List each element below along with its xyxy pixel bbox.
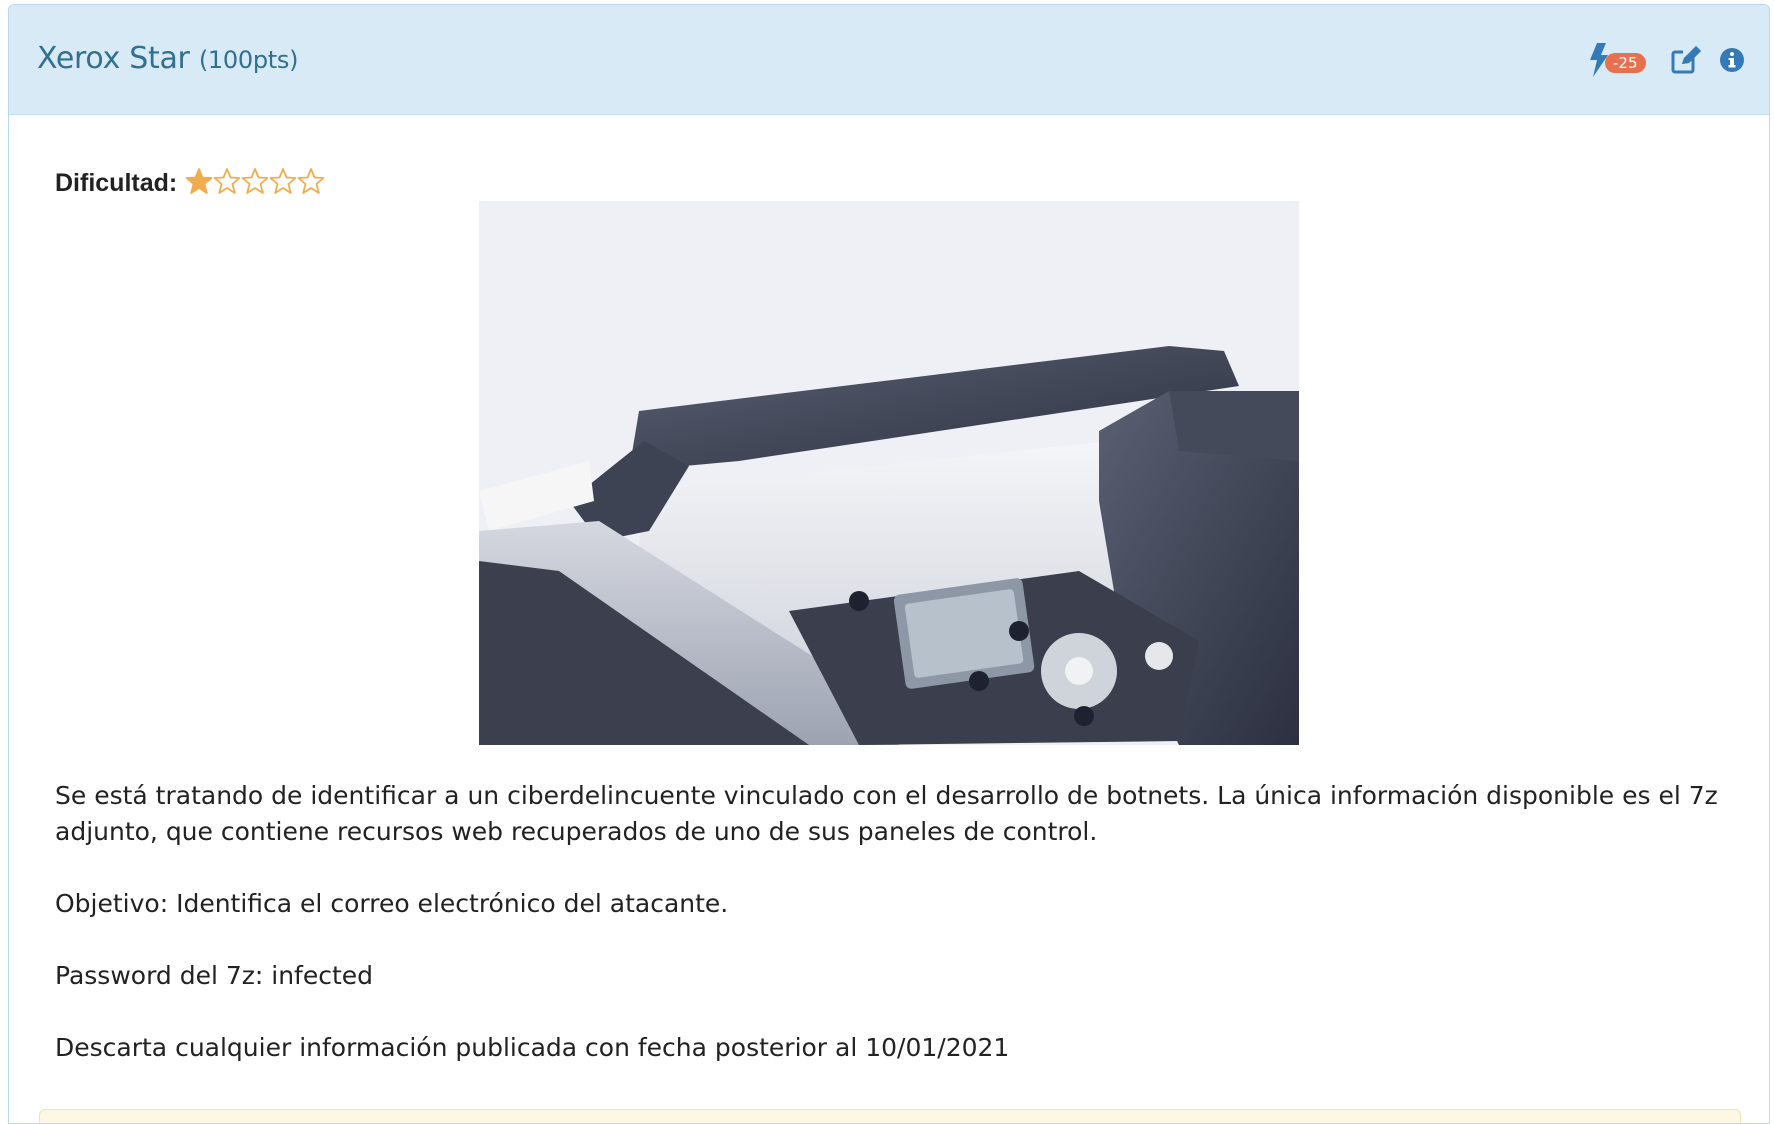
info-button[interactable]	[1719, 47, 1745, 73]
date-constraint-paragraph: Descarta cualquier información publicada…	[55, 1033, 1010, 1062]
challenge-points: (100pts)	[198, 46, 299, 74]
info-icon	[1720, 48, 1744, 72]
challenge-name: Xerox Star	[37, 41, 190, 76]
password-paragraph: Password del 7z: infected	[55, 961, 374, 990]
edit-button[interactable]	[1671, 46, 1701, 74]
penalty-indicator[interactable]: -25	[1589, 43, 1653, 77]
printer-photo	[479, 201, 1299, 745]
star-empty-icon	[241, 168, 269, 194]
star-empty-icon	[213, 168, 241, 194]
challenge-image	[479, 201, 1299, 745]
challenge-title: Xerox Star (100pts)	[37, 41, 298, 76]
panel-body: Dificultad: Se está tratando de identifi…	[9, 115, 1769, 1123]
panel-heading: Xerox Star (100pts) -25	[9, 5, 1769, 115]
difficulty-label: Dificultad:	[55, 169, 178, 197]
star-rating	[185, 167, 325, 200]
difficulty-rating: Dificultad:	[55, 167, 325, 200]
star-empty-icon	[297, 168, 325, 194]
description-paragraph: Se está tratando de identificar a un cib…	[55, 781, 1718, 846]
panel-tools: -25	[1571, 43, 1745, 77]
edit-icon	[1671, 46, 1701, 74]
challenge-description: Se está tratando de identificar a un cib…	[55, 778, 1735, 1102]
objective-paragraph: Objetivo: Identifica el correo electróni…	[55, 889, 729, 918]
challenge-panel: Xerox Star (100pts) -25 Dificultad: Se e…	[8, 4, 1770, 1124]
star-empty-icon	[269, 168, 297, 194]
penalty-badge: -25	[1605, 53, 1646, 73]
alert-box	[39, 1109, 1741, 1123]
star-filled-icon	[185, 168, 213, 194]
